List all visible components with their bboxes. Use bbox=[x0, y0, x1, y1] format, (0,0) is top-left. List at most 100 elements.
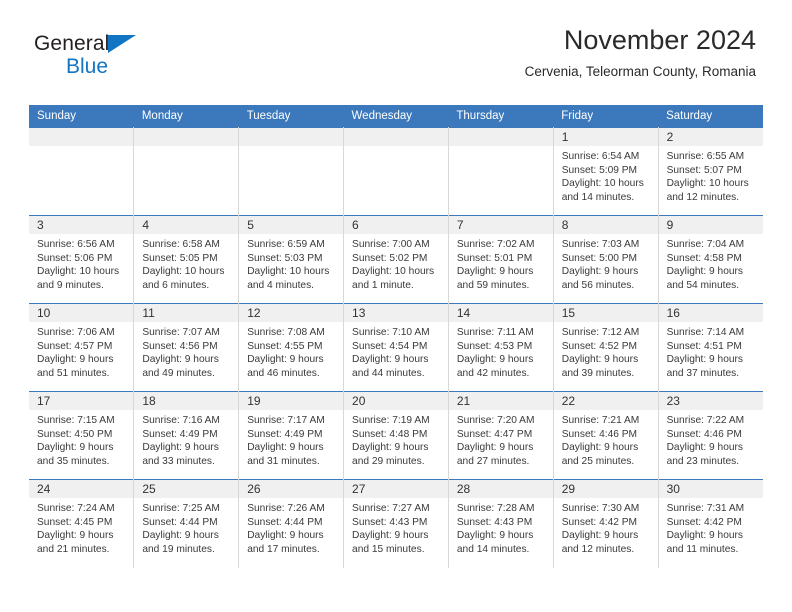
day-sun-info: Sunrise: 7:21 AM Sunset: 4:46 PM Daylight:… bbox=[554, 410, 658, 468]
daylight-text: Daylight: 9 hours and 35 minutes. bbox=[37, 442, 114, 467]
calendar-day-cell[interactable]: 19 Sunrise: 7:17 AM Sunset: 4:49 PM Dayligh… bbox=[238, 391, 345, 480]
sunrise-text: Sunrise: 6:54 AM bbox=[561, 151, 640, 162]
sunrise-text: Sunrise: 7:28 AM bbox=[456, 503, 535, 514]
calendar-day-cell[interactable]: 30 Sunrise: 7:31 AM Sunset: 4:42 PM Dayligh… bbox=[658, 479, 763, 568]
daylight-text: Daylight: 9 hours and 46 minutes. bbox=[247, 354, 324, 379]
calendar-day-cell[interactable]: 8 Sunrise: 7:03 AM Sunset: 5:00 PM Daylight… bbox=[553, 215, 659, 304]
calendar-cell-empty bbox=[133, 127, 240, 216]
sunrise-text: Sunrise: 7:12 AM bbox=[561, 327, 640, 338]
calendar-grid: Sunday Monday Tuesday Wednesday Thursday… bbox=[29, 105, 763, 568]
day-sun-info: Sunrise: 7:17 AM Sunset: 4:49 PM Daylight:… bbox=[239, 410, 343, 468]
sunset-text: Sunset: 5:03 PM bbox=[247, 252, 323, 264]
daylight-text: Daylight: 9 hours and 51 minutes. bbox=[37, 354, 114, 379]
day-number: 4 bbox=[134, 216, 239, 234]
calendar-day-cell[interactable]: 20 Sunrise: 7:19 AM Sunset: 4:48 PM Dayligh… bbox=[343, 391, 449, 480]
sunrise-text: Sunrise: 7:22 AM bbox=[666, 415, 745, 426]
weekday-header-friday: Friday bbox=[553, 105, 659, 128]
weekday-header-sunday: Sunday bbox=[29, 105, 134, 128]
sunset-text: Sunset: 4:57 PM bbox=[37, 340, 113, 352]
sunset-text: Sunset: 5:01 PM bbox=[456, 252, 533, 264]
calendar-day-cell[interactable]: 22 Sunrise: 7:21 AM Sunset: 4:46 PM Dayligh… bbox=[553, 391, 659, 480]
calendar-day-cell[interactable]: 26 Sunrise: 7:26 AM Sunset: 4:44 PM Dayligh… bbox=[238, 479, 345, 568]
daylight-text: Daylight: 10 hours and 1 minute. bbox=[352, 266, 435, 291]
day-sun-info: Sunrise: 6:54 AM Sunset: 5:09 PM Daylight:… bbox=[554, 146, 658, 204]
calendar-day-cell[interactable]: 13 Sunrise: 7:10 AM Sunset: 4:54 PM Dayligh… bbox=[343, 303, 449, 392]
calendar-day-cell[interactable]: 9 Sunrise: 7:04 AM Sunset: 4:58 PM Daylight… bbox=[658, 215, 763, 304]
title-block: November 2024 Cervenia, Teleorman County… bbox=[525, 25, 756, 80]
day-sun-info: Sunrise: 7:04 AM Sunset: 4:58 PM Daylight:… bbox=[659, 234, 763, 292]
day-number bbox=[239, 128, 344, 146]
day-sun-info: Sunrise: 7:27 AM Sunset: 4:43 PM Daylight:… bbox=[344, 498, 448, 556]
generalblue-logo[interactable]: General Blue bbox=[34, 33, 136, 77]
day-number: 17 bbox=[29, 392, 134, 410]
calendar-day-cell[interactable]: 4 Sunrise: 6:58 AM Sunset: 5:05 PM Daylight… bbox=[133, 215, 240, 304]
calendar-day-cell[interactable]: 27 Sunrise: 7:27 AM Sunset: 4:43 PM Dayligh… bbox=[343, 479, 449, 568]
daylight-text: Daylight: 9 hours and 54 minutes. bbox=[666, 266, 744, 291]
calendar-day-cell[interactable]: 23 Sunrise: 7:22 AM Sunset: 4:46 PM Dayligh… bbox=[658, 391, 763, 480]
calendar-day-cell[interactable]: 11 Sunrise: 7:07 AM Sunset: 4:56 PM Dayligh… bbox=[133, 303, 240, 392]
calendar-day-cell[interactable]: 3 Sunrise: 6:56 AM Sunset: 5:06 PM Daylight… bbox=[29, 215, 135, 304]
day-sun-info: Sunrise: 7:06 AM Sunset: 4:57 PM Daylight:… bbox=[29, 322, 133, 380]
day-sun-info: Sunrise: 6:55 AM Sunset: 5:07 PM Daylight:… bbox=[659, 146, 763, 204]
calendar-day-cell[interactable]: 14 Sunrise: 7:11 AM Sunset: 4:53 PM Dayligh… bbox=[448, 303, 554, 392]
sunset-text: Sunset: 4:45 PM bbox=[37, 516, 113, 528]
calendar-day-cell[interactable]: 16 Sunrise: 7:14 AM Sunset: 4:51 PM Dayligh… bbox=[658, 303, 763, 392]
calendar-body: 1 Sunrise: 6:54 AM Sunset: 5:09 PM Daylight… bbox=[29, 127, 763, 568]
sunset-text: Sunset: 4:49 PM bbox=[247, 428, 323, 440]
calendar-day-cell[interactable]: 6 Sunrise: 7:00 AM Sunset: 5:02 PM Daylight… bbox=[343, 215, 449, 304]
calendar-day-cell[interactable]: 5 Sunrise: 6:59 AM Sunset: 5:03 PM Daylight… bbox=[238, 215, 345, 304]
sunset-text: Sunset: 4:50 PM bbox=[37, 428, 113, 440]
calendar-day-cell[interactable]: 29 Sunrise: 7:30 AM Sunset: 4:42 PM Dayligh… bbox=[553, 479, 659, 568]
weekday-header-wednesday: Wednesday bbox=[343, 105, 449, 128]
sunset-text: Sunset: 4:43 PM bbox=[352, 516, 428, 528]
calendar-cell-empty bbox=[448, 127, 554, 216]
calendar-day-cell[interactable]: 10 Sunrise: 7:06 AM Sunset: 4:57 PM Dayligh… bbox=[29, 303, 135, 392]
daylight-text: Daylight: 9 hours and 12 minutes. bbox=[561, 530, 639, 555]
sunrise-text: Sunrise: 7:17 AM bbox=[247, 415, 325, 426]
sunset-text: Sunset: 5:06 PM bbox=[37, 252, 113, 264]
day-sun-info: Sunrise: 7:24 AM Sunset: 4:45 PM Daylight:… bbox=[29, 498, 133, 556]
calendar-day-cell[interactable]: 1 Sunrise: 6:54 AM Sunset: 5:09 PM Daylight… bbox=[553, 127, 659, 216]
sunrise-text: Sunrise: 7:26 AM bbox=[247, 503, 325, 514]
sunset-text: Sunset: 4:44 PM bbox=[247, 516, 323, 528]
sunrise-text: Sunrise: 7:30 AM bbox=[561, 503, 640, 514]
calendar-day-cell[interactable]: 15 Sunrise: 7:12 AM Sunset: 4:52 PM Dayligh… bbox=[553, 303, 659, 392]
day-number: 8 bbox=[553, 216, 658, 234]
day-number: 1 bbox=[553, 128, 658, 146]
calendar-day-cell[interactable]: 17 Sunrise: 7:15 AM Sunset: 4:50 PM Dayligh… bbox=[29, 391, 135, 480]
sunrise-text: Sunrise: 7:08 AM bbox=[247, 327, 325, 338]
sunset-text: Sunset: 5:00 PM bbox=[561, 252, 638, 264]
daylight-text: Daylight: 10 hours and 12 minutes. bbox=[666, 178, 749, 203]
day-sun-info: Sunrise: 7:16 AM Sunset: 4:49 PM Daylight:… bbox=[134, 410, 238, 468]
daylight-text: Daylight: 9 hours and 14 minutes. bbox=[456, 530, 534, 555]
daylight-text: Daylight: 9 hours and 15 minutes. bbox=[352, 530, 429, 555]
sunset-text: Sunset: 4:44 PM bbox=[142, 516, 218, 528]
day-number: 30 bbox=[658, 480, 763, 498]
calendar-cell-empty bbox=[343, 127, 449, 216]
sunset-text: Sunset: 4:48 PM bbox=[352, 428, 428, 440]
day-sun-info: Sunrise: 7:08 AM Sunset: 4:55 PM Daylight:… bbox=[239, 322, 343, 380]
calendar-day-cell[interactable]: 24 Sunrise: 7:24 AM Sunset: 4:45 PM Dayligh… bbox=[29, 479, 135, 568]
sunrise-text: Sunrise: 7:14 AM bbox=[666, 327, 745, 338]
calendar-day-cell[interactable]: 28 Sunrise: 7:28 AM Sunset: 4:43 PM Dayligh… bbox=[448, 479, 554, 568]
sunrise-text: Sunrise: 7:15 AM bbox=[37, 415, 115, 426]
daylight-text: Daylight: 9 hours and 25 minutes. bbox=[561, 442, 639, 467]
calendar-day-cell[interactable]: 21 Sunrise: 7:20 AM Sunset: 4:47 PM Dayligh… bbox=[448, 391, 554, 480]
sunrise-text: Sunrise: 7:27 AM bbox=[352, 503, 430, 514]
daylight-text: Daylight: 9 hours and 39 minutes. bbox=[561, 354, 639, 379]
sunset-text: Sunset: 4:43 PM bbox=[456, 516, 533, 528]
sunrise-text: Sunrise: 7:10 AM bbox=[352, 327, 430, 338]
calendar-day-cell[interactable]: 18 Sunrise: 7:16 AM Sunset: 4:49 PM Dayligh… bbox=[133, 391, 240, 480]
day-number: 22 bbox=[553, 392, 658, 410]
calendar-day-cell[interactable]: 25 Sunrise: 7:25 AM Sunset: 4:44 PM Dayligh… bbox=[133, 479, 240, 568]
calendar-day-cell[interactable]: 7 Sunrise: 7:02 AM Sunset: 5:01 PM Daylight… bbox=[448, 215, 554, 304]
day-sun-info: Sunrise: 7:22 AM Sunset: 4:46 PM Daylight:… bbox=[659, 410, 763, 468]
daylight-text: Daylight: 9 hours and 19 minutes. bbox=[142, 530, 219, 555]
day-number: 19 bbox=[239, 392, 344, 410]
daylight-text: Daylight: 9 hours and 17 minutes. bbox=[247, 530, 324, 555]
daylight-text: Daylight: 9 hours and 23 minutes. bbox=[666, 442, 744, 467]
sunrise-text: Sunrise: 6:55 AM bbox=[666, 151, 745, 162]
daylight-text: Daylight: 10 hours and 6 minutes. bbox=[142, 266, 225, 291]
calendar-day-cell[interactable]: 2 Sunrise: 6:55 AM Sunset: 5:07 PM Daylight… bbox=[658, 127, 763, 216]
calendar-day-cell[interactable]: 12 Sunrise: 7:08 AM Sunset: 4:55 PM Dayligh… bbox=[238, 303, 345, 392]
